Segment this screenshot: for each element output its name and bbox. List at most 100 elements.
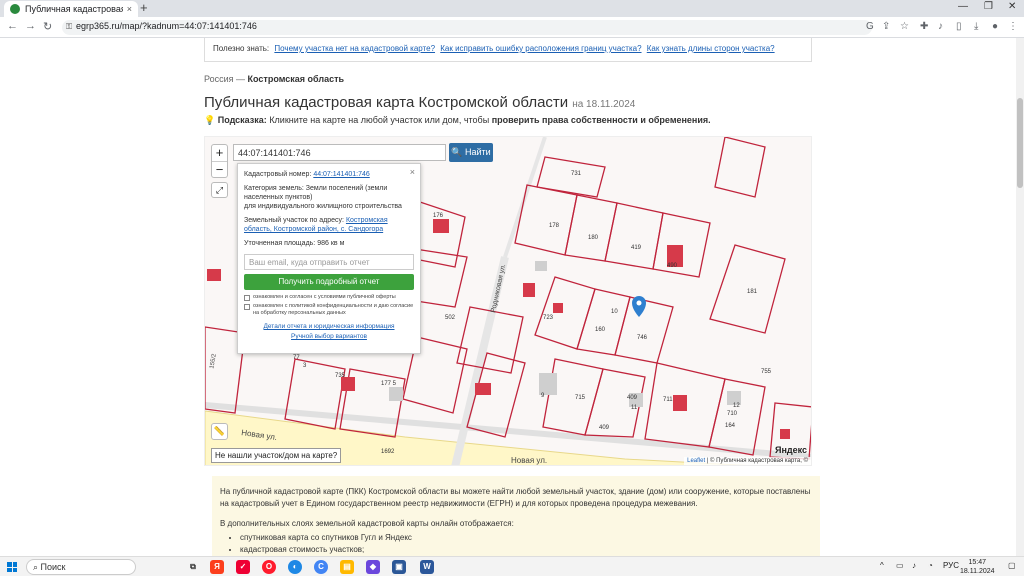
scrollbar-thumb[interactable] (1017, 98, 1023, 188)
fullscreen-icon[interactable]: ⤢ (211, 182, 228, 198)
category-row: Категория земель: Земли поселений (земли… (244, 184, 414, 211)
leaflet-link[interactable]: Leaflet (687, 458, 705, 464)
ruler-icon[interactable]: 📏 (211, 423, 228, 440)
reload-icon[interactable]: ↻ (43, 20, 52, 33)
word-icon[interactable]: W (420, 560, 434, 574)
page-scrollbar[interactable] (1016, 38, 1024, 556)
site-info-icon[interactable]: ⚿ (66, 22, 72, 32)
svg-text:735: 735 (335, 373, 346, 379)
page-date: на 18.11.2024 (572, 99, 636, 110)
network-icon[interactable]: ▭ (896, 561, 904, 570)
popup-links: Детали отчета и юридическая информация Р… (244, 322, 414, 342)
site-favicon-icon (10, 4, 20, 14)
task-view-icon[interactable]: ⧉ (186, 560, 200, 574)
svg-text:419: 419 (631, 245, 642, 251)
clock-date: 18.11.2024 (960, 568, 995, 575)
address-label: Земельный участок по адресу: (244, 217, 344, 224)
report-details-link[interactable]: Детали отчета и юридическая информация (263, 323, 394, 330)
tab-close-icon[interactable]: × (127, 4, 132, 14)
zoom-control: + − (211, 144, 228, 178)
tray-arrow-icon[interactable]: ^ (880, 561, 884, 570)
get-report-button[interactable]: Получить подробный отчет (244, 274, 414, 290)
zoom-out-button[interactable]: − (212, 161, 227, 177)
taskbar-search-label: Поиск (40, 562, 66, 572)
agree-offer-label: ознакомлен и согласен с условиями публич… (253, 294, 396, 300)
wifi-icon[interactable]: ◔ (928, 561, 933, 570)
cad-number-link[interactable]: 44:07:141401:746 (313, 171, 369, 178)
svg-text:77: 77 (293, 355, 300, 361)
page-title: Публичная кадастровая карта Костромской … (204, 94, 635, 111)
link-why-missing[interactable]: Почему участка нет на кадастровой карте? (274, 44, 435, 53)
chrome-icon[interactable]: C (314, 560, 328, 574)
browser-tab[interactable]: Публичная кадастровая карта × (4, 1, 138, 17)
windows-start-icon[interactable] (7, 562, 17, 572)
minimize-icon[interactable]: — (958, 1, 968, 12)
opera-icon[interactable]: O (262, 560, 276, 574)
hint-bold: проверить права собственности и обремене… (491, 115, 711, 125)
menu-icon[interactable]: ⋮ (1008, 21, 1018, 32)
email-field[interactable]: Ваш email, куда отправить отчет (244, 254, 414, 270)
svg-text:409: 409 (599, 425, 610, 431)
svg-text:731: 731 (571, 171, 582, 177)
url-field[interactable]: ⚿ egrp365.ru/map/?kadnum=44:07:141401:74… (62, 20, 872, 35)
useful-info-prefix: Полезно знать: (213, 44, 270, 53)
language-indicator[interactable]: РУС (943, 561, 959, 570)
taskbar-search-input[interactable]: ⌕ Поиск (26, 559, 136, 575)
forward-icon[interactable]: → (25, 20, 36, 32)
app-purple-icon[interactable]: ◆ (366, 560, 380, 574)
popup-close-icon[interactable]: × (410, 167, 415, 177)
svg-text:502: 502 (445, 315, 456, 321)
map-attribution: Leaflet | © Публичная кадастровая карта,… (684, 457, 811, 465)
find-button[interactable]: 🔍 Найти (449, 143, 493, 162)
new-tab-button[interactable]: + (140, 0, 148, 15)
svg-text:164: 164 (725, 423, 736, 429)
link-side-lengths[interactable]: Как узнать длины сторон участка? (647, 44, 775, 53)
volume-icon[interactable]: ♪ (912, 561, 916, 570)
agree-offer-checkbox[interactable]: ознакомлен и согласен с условиями публич… (244, 294, 414, 301)
bookmark-star-icon[interactable]: ☆ (900, 21, 909, 32)
zoom-in-button[interactable]: + (212, 145, 227, 161)
google-icon[interactable]: G (866, 21, 874, 32)
browser-tab-strip: Публичная кадастровая карта × + — ❐ ✕ (0, 0, 1024, 17)
cad-number-row: Кадастровый номер: 44:07:141401:746 (244, 170, 414, 179)
app-blue-icon[interactable]: ▣ (392, 560, 406, 574)
manual-select-link[interactable]: Ручной выбор вариантов (291, 333, 367, 340)
svg-text:178: 178 (549, 223, 560, 229)
svg-text:710: 710 (727, 411, 738, 417)
use-value: для индивидуального жилищного строительс… (244, 203, 402, 210)
cadastral-search-input[interactable] (233, 144, 446, 161)
url-text: egrp365.ru/map/?kadnum=44:07:141401:746 (76, 21, 257, 31)
svg-text:723: 723 (543, 315, 554, 321)
sidepanel-icon[interactable]: ▯ (956, 21, 962, 32)
download-icon[interactable]: ⤓ (974, 21, 978, 32)
extensions-icon[interactable]: ✚ (920, 21, 928, 32)
restore-icon[interactable]: ❐ (984, 1, 993, 12)
share-icon[interactable]: ⇪ (882, 21, 890, 32)
taskbar-clock[interactable]: 15:47 18.11.2024 (960, 558, 995, 576)
hint-text: Кликните на карте на любой участок или д… (269, 115, 490, 125)
windows-taskbar: ⌕ Поиск ⧉ Я ✓ O ◐ C ▤ ◆ ▣ W ^ ▭ ♪ ◔ РУС … (0, 556, 1024, 576)
app-circle-icon[interactable]: ◐ (288, 560, 302, 574)
media-icon[interactable]: ♪ (938, 21, 943, 32)
agree-privacy-checkbox[interactable]: ознакомлен с политикой конфиденциальност… (244, 303, 414, 317)
svg-text:12: 12 (733, 403, 740, 409)
category-label: Категория земель: (244, 185, 304, 192)
svg-text:409: 409 (627, 395, 638, 401)
app-icon[interactable]: ✓ (236, 560, 250, 574)
yandex-browser-icon[interactable]: Я (210, 560, 224, 574)
file-explorer-icon[interactable]: ▤ (340, 560, 354, 574)
back-icon[interactable]: ← (7, 20, 18, 32)
cadastral-map[interactable]: 731 178 180 419 490 181 502 723 160 10 7… (204, 136, 812, 466)
svg-text:746: 746 (637, 335, 648, 341)
svg-text:715: 715 (575, 395, 586, 401)
notifications-icon[interactable]: ▢ (1008, 561, 1016, 570)
not-found-button[interactable]: Не нашли участок/дом на карте? (211, 448, 342, 463)
svg-text:10: 10 (611, 309, 618, 315)
link-fix-error[interactable]: Как исправить ошибку расположения границ… (440, 44, 641, 53)
breadcrumb-current: Костромская область (247, 74, 345, 84)
svg-text:1692: 1692 (381, 449, 395, 455)
area-value: 986 кв м (317, 240, 345, 247)
window-close-icon[interactable]: ✕ (1008, 1, 1016, 12)
breadcrumb-root[interactable]: Россия (204, 74, 234, 84)
profile-icon[interactable]: ● (992, 21, 998, 32)
